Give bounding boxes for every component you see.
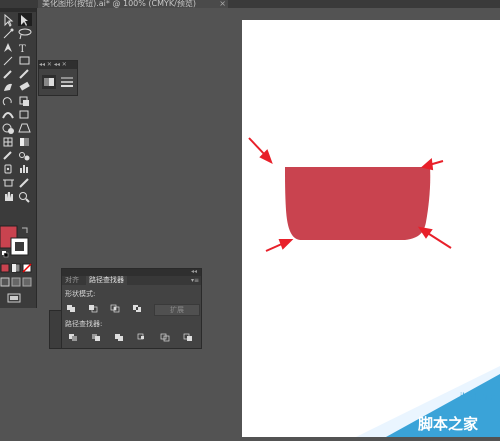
- eraser-tool-icon[interactable]: [19, 81, 30, 91]
- tab-align[interactable]: 对齐: [62, 276, 82, 285]
- expand-button[interactable]: 扩展: [154, 304, 200, 316]
- lasso-tool-icon[interactable]: [18, 28, 32, 40]
- shape-builder-tool-icon[interactable]: [2, 123, 14, 134]
- none-mode-icon[interactable]: [22, 263, 32, 273]
- type-tool-icon[interactable]: T: [19, 44, 26, 55]
- draw-behind-icon[interactable]: [11, 277, 21, 287]
- collapsed-panel-icons: [42, 75, 73, 89]
- watermark-domain: jb51.net: [460, 392, 496, 403]
- stroke-panel-icon[interactable]: [61, 77, 73, 87]
- rotate-tool-icon[interactable]: [2, 97, 12, 106]
- shape-modes-label: 形状模式:: [65, 290, 96, 298]
- divide-button[interactable]: [69, 334, 77, 341]
- gradient-mode-icon[interactable]: [11, 263, 21, 273]
- symbol-sprayer-tool-icon[interactable]: [4, 164, 12, 174]
- selection-tool-icon[interactable]: [4, 13, 14, 27]
- color-mode-icon[interactable]: [0, 263, 10, 273]
- panel-tabs: 对齐 路径查找器 ▾≡: [62, 276, 201, 285]
- shape-mode-buttons: [67, 304, 141, 313]
- screen-mode-icon[interactable]: [7, 293, 21, 303]
- panel-collapse-icon[interactable]: ◂◂: [191, 268, 197, 275]
- pen-tool-icon[interactable]: [4, 43, 12, 52]
- magic-wand-tool-icon[interactable]: [3, 28, 14, 39]
- transparency-panel-icon[interactable]: [42, 75, 56, 89]
- draw-normal-icon[interactable]: [0, 277, 10, 287]
- exclude-button[interactable]: [133, 305, 141, 312]
- panel-menu-icon[interactable]: ▾≡: [191, 276, 199, 285]
- minus-front-button[interactable]: [89, 305, 98, 313]
- arrow-top-left: [248, 137, 273, 165]
- outline-button[interactable]: [160, 333, 170, 342]
- watermark: jb51.net 脚本之家: [356, 366, 500, 437]
- stroke-swatch[interactable]: [10, 237, 29, 256]
- panel-titlebar[interactable]: ◂◂: [62, 268, 201, 276]
- swap-fill-stroke-icon[interactable]: [22, 227, 28, 233]
- scale-tool-icon[interactable]: [19, 96, 29, 106]
- free-transform-tool-icon[interactable]: [19, 110, 29, 119]
- column-graph-tool-icon[interactable]: [20, 165, 28, 173]
- default-colors-icon[interactable]: [2, 251, 9, 258]
- draw-inside-icon[interactable]: [22, 277, 32, 287]
- collapsed-panel-header[interactable]: ◂◂ ✕ ◂◂ ✕: [39, 61, 77, 69]
- artboard-tool-icon[interactable]: [3, 179, 14, 187]
- width-tool-icon[interactable]: [2, 112, 14, 119]
- paintbrush-tool-icon[interactable]: [3, 70, 12, 79]
- pathfinders-label: 路径查找器:: [65, 320, 103, 328]
- trim-button[interactable]: [92, 334, 100, 341]
- gradient-tool-icon[interactable]: [20, 138, 29, 146]
- unite-button[interactable]: [67, 305, 75, 312]
- rectangle-tool-icon[interactable]: [19, 56, 30, 65]
- line-segment-tool-icon[interactable]: [3, 56, 13, 66]
- intersect-button[interactable]: [110, 304, 120, 313]
- crop-button[interactable]: [137, 333, 144, 340]
- zoom-tool-icon[interactable]: [19, 192, 30, 203]
- arrow-bottom-right: [417, 226, 452, 249]
- merge-button[interactable]: [115, 334, 123, 341]
- perspective-grid-tool-icon[interactable]: [18, 123, 31, 133]
- red-rounded-shape[interactable]: [285, 167, 431, 240]
- hand-tool-icon[interactable]: [5, 192, 13, 201]
- pathfinder-buttons: [69, 333, 192, 342]
- blend-tool-icon[interactable]: [19, 152, 30, 161]
- collapsed-panel-group: ◂◂ ✕ ◂◂ ✕: [38, 60, 78, 96]
- minus-back-button[interactable]: [183, 333, 192, 341]
- watermark-brand: 脚本之家: [418, 415, 479, 433]
- tools-grid: T: [0, 8, 36, 303]
- arrow-bottom-left: [265, 239, 294, 252]
- mesh-tool-icon[interactable]: [3, 137, 13, 147]
- eyedropper-tool-icon[interactable]: [3, 151, 12, 160]
- slice-tool-icon[interactable]: [19, 178, 29, 188]
- tools-panel: T: [0, 8, 37, 308]
- pathfinder-panel: ◂◂ 对齐 路径查找器 ▾≡ 形状模式: 扩展 路径查找器:: [61, 268, 202, 349]
- tab-pathfinder[interactable]: 路径查找器: [86, 276, 127, 285]
- svg-text:T: T: [19, 44, 26, 55]
- blob-brush-tool-icon[interactable]: [4, 83, 12, 91]
- pencil-tool-icon[interactable]: [19, 69, 29, 79]
- direct-selection-tool-icon[interactable]: [18, 13, 32, 26]
- arrow-top-right: [420, 157, 444, 171]
